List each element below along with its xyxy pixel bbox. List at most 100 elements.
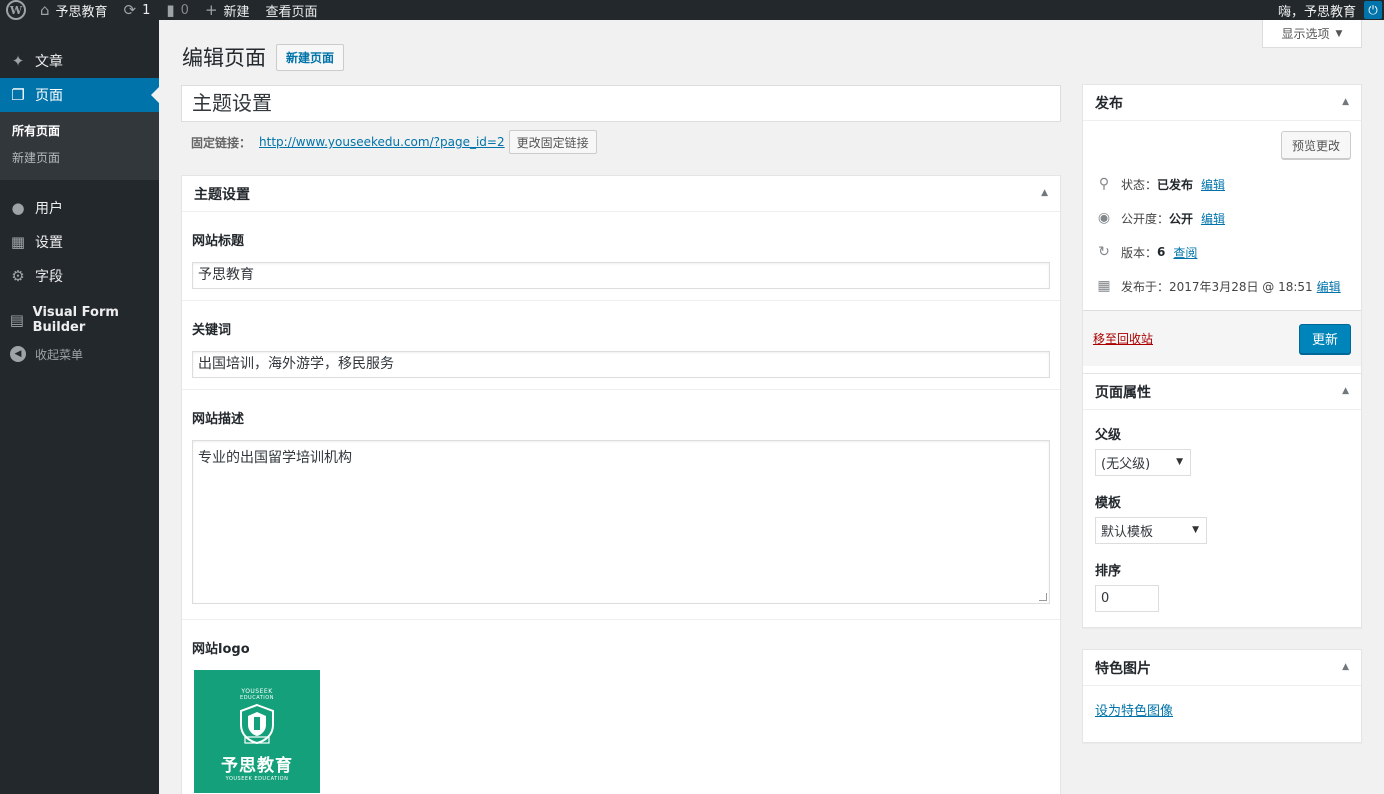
permalink-label: 固定链接： — [191, 135, 252, 150]
set-featured-image-link[interactable]: 设为特色图像 — [1095, 704, 1173, 719]
updates-link[interactable]: ⟳ 1 — [116, 0, 159, 20]
screen-options-button[interactable]: 显示选项 ▼ — [1262, 20, 1362, 48]
admin-sidebar: ✦ 文章 ❐ 页面 所有页面 新建页面 ● 用户 ▦ 设置 ⚙ 字段 ▤ Vis… — [0, 20, 159, 794]
description-label: 网站描述 — [192, 412, 245, 427]
plus-icon: + — [204, 1, 218, 19]
sidebar-item-visual-form-builder[interactable]: ▤ Visual Form Builder — [0, 303, 159, 337]
parent-label: 父级 — [1095, 428, 1122, 443]
eye-icon: ◉ — [1097, 210, 1111, 226]
metabox-header[interactable]: 主题设置 ▲ — [182, 176, 1060, 212]
comment-icon: ▮ — [166, 1, 175, 19]
theme-settings-metabox: 主题设置 ▲ 网站标题 予思教育 关键词 出国培训，海外游学，移民服务 网站描述… — [181, 175, 1061, 794]
order-label: 排序 — [1095, 564, 1122, 579]
account-link[interactable]: 嗨，予思教育 — [1270, 0, 1364, 20]
calendar-icon: ▦ — [1097, 278, 1111, 294]
edit-date-link[interactable]: 编辑 — [1317, 278, 1341, 295]
refresh-icon: ⟳ — [123, 1, 137, 19]
edit-status-link[interactable]: 编辑 — [1201, 176, 1225, 193]
pin-icon: ✦ — [11, 52, 25, 70]
template-select[interactable]: 默认模板 ▼ — [1095, 517, 1207, 544]
view-page-link[interactable]: 查看页面 — [258, 0, 326, 20]
metabox-title: 主题设置 — [194, 186, 250, 203]
sidebar-item-label: 字段 — [35, 269, 63, 285]
sidebar-item-label: 页面 — [35, 88, 63, 104]
logo-english-text: YOUSEEK EDUCATION — [225, 776, 289, 782]
site-title-input[interactable]: 予思教育 — [192, 262, 1050, 289]
permalink-link[interactable]: http://www.youseekedu.com/?page_id=2 — [259, 135, 505, 149]
site-title-label: 网站标题 — [192, 234, 245, 249]
toggle-arrow-icon[interactable]: ▲ — [1342, 386, 1349, 396]
sidebar-item-pages[interactable]: ❐ 页面 — [0, 78, 159, 112]
keywords-label: 关键词 — [192, 323, 232, 338]
greeting: 嗨，予思教育 — [1277, 4, 1356, 20]
permalink-row: 固定链接： http://www.youseekedu.com/?page_id… — [191, 130, 597, 154]
logo-sub-text: EDUCATION — [240, 695, 274, 701]
page-attributes-title: 页面属性 — [1095, 384, 1151, 401]
submenu-add-page[interactable]: 新建页面 — [0, 145, 159, 172]
update-button[interactable]: 更新 — [1298, 323, 1351, 354]
history-icon: ↻ — [1098, 244, 1110, 260]
add-new-page-button[interactable]: 新建页面 — [276, 43, 345, 71]
screen-options-label: 显示选项 — [1281, 27, 1330, 41]
logo-chinese-text: 予思教育 — [221, 756, 293, 776]
sidebar-item-label: 设置 — [35, 235, 63, 251]
page-attributes-header[interactable]: 页面属性 ▲ — [1083, 374, 1361, 410]
visibility-value: 公开 — [1169, 211, 1194, 226]
sidebar-item-posts[interactable]: ✦ 文章 — [0, 44, 159, 78]
preview-changes-button[interactable]: 预览更改 — [1280, 131, 1351, 159]
publish-title: 发布 — [1095, 95, 1123, 112]
status-value: 已发布 — [1157, 177, 1194, 192]
description-textarea[interactable]: 专业的出国留学培训机构 — [192, 440, 1050, 604]
site-title-field: 网站标题 予思教育 — [182, 212, 1060, 301]
browse-revisions-link[interactable]: 查阅 — [1173, 244, 1197, 261]
visibility-row: ◉ 公开度： 公开 编辑 — [1083, 201, 1361, 235]
featured-image-title: 特色图片 — [1095, 660, 1151, 677]
resize-handle-icon[interactable] — [1039, 593, 1047, 601]
move-to-trash-link[interactable]: 移至回收站 — [1093, 330, 1153, 347]
chevron-down-icon: ▼ — [1176, 457, 1183, 467]
featured-image-header[interactable]: 特色图片 ▲ — [1083, 650, 1361, 686]
sidebar-item-users[interactable]: ● 用户 — [0, 191, 159, 225]
toggle-arrow-icon[interactable]: ▲ — [1342, 97, 1349, 107]
page-title: 编辑页面 — [182, 46, 266, 70]
collapse-menu-button[interactable]: ◀ 收起菜单 — [0, 337, 159, 371]
site-name-link[interactable]: ⌂ 予思教育 — [32, 0, 116, 20]
sidebar-item-fields[interactable]: ⚙ 字段 — [0, 259, 159, 293]
edit-permalink-button[interactable]: 更改固定链接 — [508, 130, 597, 154]
toggle-arrow-icon[interactable]: ▲ — [1342, 662, 1349, 672]
publish-header[interactable]: 发布 ▲ — [1083, 85, 1361, 121]
user-icon: ● — [11, 199, 25, 217]
published-label: 发布于： — [1121, 279, 1170, 294]
toggle-arrow-icon[interactable]: ▲ — [1041, 188, 1048, 198]
gear-icon: ⚙ — [11, 267, 25, 285]
logout-power-icon[interactable]: ⏻ — [1364, 1, 1382, 19]
form-icon: ▤ — [9, 311, 24, 329]
keywords-field: 关键词 出国培训，海外游学，移民服务 — [182, 301, 1060, 390]
sidebar-item-settings[interactable]: ▦ 设置 — [0, 225, 159, 259]
visibility-label: 公开度： — [1121, 211, 1170, 226]
site-logo-image[interactable]: YOUSEEK EDUCATION 予思教育 YOUSEEK EDUCATION — [194, 670, 320, 793]
collapse-label: 收起菜单 — [35, 347, 84, 362]
post-title-input[interactable]: 主题设置 — [181, 85, 1061, 122]
edit-visibility-link[interactable]: 编辑 — [1201, 210, 1225, 227]
keywords-input[interactable]: 出国培训，海外游学，移民服务 — [192, 351, 1050, 378]
description-value: 专业的出国留学培训机构 — [198, 450, 352, 466]
wordpress-logo-icon[interactable]: W — [6, 0, 26, 20]
publish-metabox: 发布 ▲ 预览更改 ⚲ 状态： 已发布 编辑 ◉ 公开度： 公开 编辑 ↻ 版本… — [1082, 84, 1362, 374]
revisions-label: 版本： — [1121, 245, 1158, 260]
main-content: 显示选项 ▼ 编辑页面 新建页面 主题设置 固定链接： http://www.y… — [159, 20, 1384, 794]
new-content-link[interactable]: + 新建 — [197, 0, 258, 20]
order-input[interactable]: 0 — [1095, 585, 1159, 612]
pages-submenu: 所有页面 新建页面 — [0, 112, 159, 180]
comments-link[interactable]: ▮ 0 — [158, 0, 197, 20]
submenu-all-pages[interactable]: 所有页面 — [0, 118, 159, 145]
parent-select[interactable]: (无父级) ▼ — [1095, 449, 1191, 476]
pin-icon: ⚲ — [1098, 176, 1110, 192]
site-name: 予思教育 — [55, 4, 108, 20]
template-label: 模板 — [1095, 496, 1122, 511]
collapse-icon: ◀ — [10, 346, 26, 362]
settings-icon: ▦ — [10, 233, 26, 251]
description-field: 网站描述 专业的出国留学培训机构 — [182, 390, 1060, 620]
home-icon: ⌂ — [40, 1, 50, 19]
admin-bar: W ⌂ 予思教育 ⟳ 1 ▮ 0 + 新建 查看页面 嗨，予思教育 ⏻ — [0, 0, 1384, 20]
